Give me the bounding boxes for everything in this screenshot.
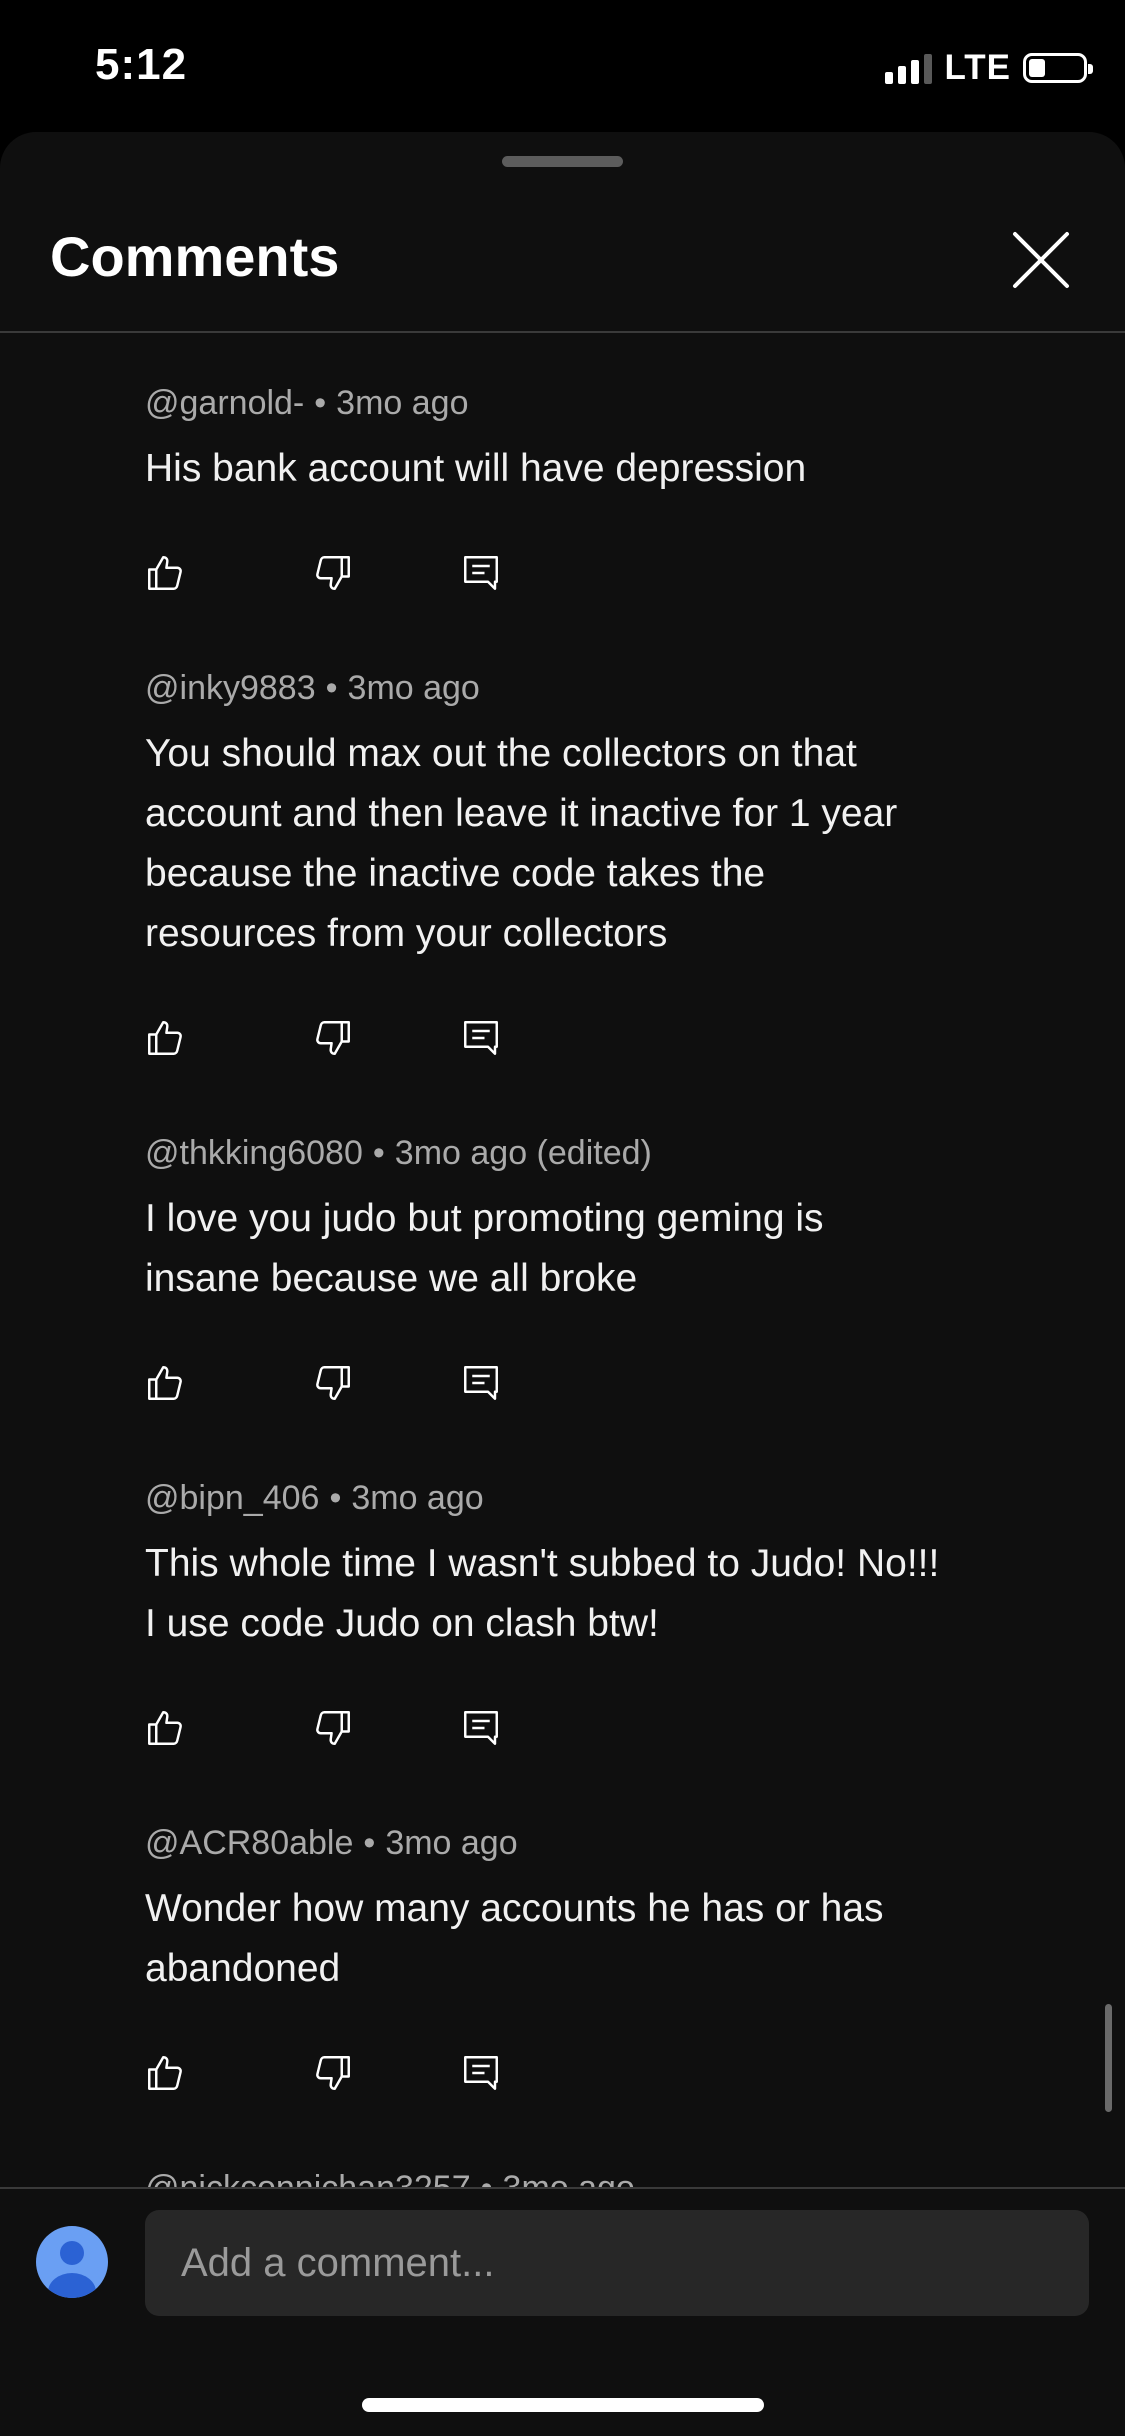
like-button[interactable] [135, 1698, 195, 1758]
thumbs-down-icon [316, 1711, 350, 1745]
comment-age: 3mo ago [347, 669, 480, 707]
status-bar: 5:12 LTE [0, 0, 1125, 132]
comment-item: @garnold- • 3mo ago His bank account will … [145, 383, 1065, 603]
thumbs-up-icon [148, 556, 182, 590]
signal-strength-icon [885, 52, 933, 84]
dislike-button[interactable] [303, 2043, 363, 2103]
sheet-title: Comments [50, 225, 340, 288]
thumbs-up-icon [148, 1021, 182, 1055]
comment-author[interactable]: @ACR80able [145, 1824, 353, 1862]
comment-text: His bank account will have depression [145, 447, 807, 490]
comment-age: 3mo ago (edited) [394, 1134, 652, 1172]
dislike-button[interactable] [303, 543, 363, 603]
comment-actions [145, 2043, 1065, 2103]
comment-item: @bipn_406 • 3mo ago This whole time I wasn… [145, 1478, 1065, 1758]
comment-meta: @ACR80able • 3mo ago [145, 1824, 518, 1862]
home-indicator[interactable] [362, 2398, 764, 2412]
status-time: 5:12 [95, 40, 188, 89]
dislike-button[interactable] [303, 1008, 363, 1068]
reply-comment-icon [464, 556, 498, 590]
close-icon [1013, 232, 1069, 288]
comment-input[interactable] [145, 2210, 1089, 2316]
reply-comment-icon [464, 2056, 498, 2090]
comment-meta: @garnold- • 3mo ago [145, 384, 469, 422]
thumbs-up-icon [148, 1711, 182, 1745]
reply-button[interactable] [451, 2043, 511, 2103]
status-indicators: LTE [885, 48, 1093, 88]
comment-text: You should max out the collectors on tha… [145, 732, 898, 955]
comments-sheet: Comments @garnold- • 3mo ago His bank acco… [0, 132, 1125, 2436]
like-button[interactable] [135, 543, 195, 603]
reply-button[interactable] [451, 1353, 511, 1413]
comment-age: 3mo ago [351, 1479, 484, 1517]
reply-comment-icon [464, 1366, 498, 1400]
thumbs-down-icon [316, 556, 350, 590]
like-button[interactable] [135, 2043, 195, 2103]
thumbs-down-icon [316, 1021, 350, 1055]
dislike-button[interactable] [303, 1353, 363, 1413]
comment-meta: @bipn_406 • 3mo ago [145, 1479, 484, 1517]
comments-list[interactable]: @garnold- • 3mo ago His bank account will … [0, 333, 1125, 2323]
reply-button[interactable] [451, 543, 511, 603]
battery-icon [1023, 53, 1093, 83]
comment-actions [145, 1353, 1065, 1413]
comment-author[interactable]: @thkking6080 [145, 1134, 363, 1172]
thumbs-down-icon [316, 1366, 350, 1400]
comment-author[interactable]: @bipn_406 [145, 1479, 319, 1517]
comment-item: @thkking6080 • 3mo ago (edited) I love you… [145, 1133, 1065, 1413]
comment-item: @ACR80able • 3mo ago Wonder how many accou… [145, 1823, 1065, 2103]
comment-meta: @inky9883 • 3mo ago [145, 669, 480, 707]
comment-actions [145, 1008, 1065, 1068]
network-type: LTE [944, 48, 1011, 87]
reply-button[interactable] [451, 1008, 511, 1068]
comment-age: 3mo ago [385, 1824, 518, 1862]
thumbs-down-icon [316, 2056, 350, 2090]
comment-author[interactable]: @garnold- [145, 384, 304, 422]
comment-text: Wonder how many accounts he has or has a… [145, 1887, 884, 1990]
close-button[interactable] [1005, 224, 1077, 296]
comment-text: This whole time I wasn't subbed to Judo!… [145, 1542, 940, 1645]
reply-comment-icon [464, 1021, 498, 1055]
avatar[interactable] [36, 2226, 108, 2298]
drag-handle[interactable] [502, 156, 623, 167]
thumbs-up-icon [148, 2056, 182, 2090]
comment-text: I love you judo but promoting geming is … [145, 1197, 824, 1300]
comment-age: 3mo ago [336, 384, 469, 422]
comment-item: @inky9883 • 3mo ago You should max out the… [145, 668, 1065, 1068]
reply-comment-icon [464, 1711, 498, 1745]
reply-button[interactable] [451, 1698, 511, 1758]
input-divider [0, 2187, 1125, 2189]
dislike-button[interactable] [303, 1698, 363, 1758]
like-button[interactable] [135, 1353, 195, 1413]
comment-actions [145, 1698, 1065, 1758]
scrollbar[interactable] [1105, 2004, 1112, 2112]
comment-author[interactable]: @inky9883 [145, 669, 316, 707]
comment-meta: @thkking6080 • 3mo ago (edited) [145, 1134, 652, 1172]
thumbs-up-icon [148, 1366, 182, 1400]
like-button[interactable] [135, 1008, 195, 1068]
user-avatar-icon [48, 2241, 96, 2298]
comment-actions [145, 543, 1065, 603]
